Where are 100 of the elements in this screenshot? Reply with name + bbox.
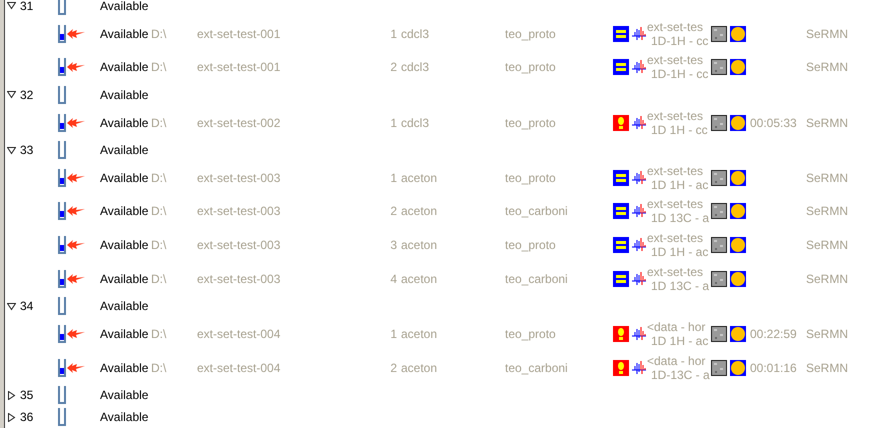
- drive-text: D:\: [151, 360, 168, 375]
- sample-name: ext-set-test-003: [197, 170, 282, 185]
- group-number: 32: [20, 88, 34, 102]
- sun-icon: [730, 203, 746, 220]
- status-text: Available: [100, 60, 150, 74]
- experiment-title: 1D 1H - cc: [650, 122, 709, 137]
- tube-icon: [58, 358, 66, 377]
- experiment-text: teo_proto: [505, 327, 557, 342]
- stone-tile-icon: [711, 360, 727, 376]
- drive-text: D:\: [151, 170, 168, 185]
- tube-icon: [58, 236, 66, 254]
- drive-text: D:\: [151, 116, 168, 130]
- status-text: Available: [100, 88, 150, 102]
- owner-text: SeRMN: [806, 238, 850, 252]
- sun-icon: [730, 270, 746, 287]
- experiment-text: teo_proto: [505, 60, 557, 74]
- spectrum-icon: [632, 114, 646, 131]
- experiment-title: 1D-1H - cc: [650, 67, 710, 82]
- collapse-icon[interactable]: [7, 90, 16, 100]
- tube-icon: [58, 114, 66, 132]
- solvent-text: aceton: [400, 327, 438, 342]
- tube-icon: [58, 24, 66, 43]
- owner-text: SeRMN: [806, 60, 850, 74]
- experiment-title: 1D 1H - ac: [650, 178, 710, 192]
- experiment-text: teo_proto: [505, 26, 557, 41]
- collapse-icon[interactable]: [7, 302, 16, 311]
- status-text: Available: [100, 272, 150, 286]
- sun-icon: [730, 59, 746, 76]
- sample-index: 2: [389, 60, 397, 74]
- sun-icon: [730, 360, 746, 376]
- stone-tile-icon: [711, 26, 727, 42]
- stone-tile-icon: [711, 170, 727, 186]
- status-text: Available: [100, 360, 150, 375]
- expand-icon[interactable]: [7, 390, 16, 400]
- experiment-title: 1D 13C - a: [650, 278, 710, 293]
- status-text: Available: [100, 410, 150, 424]
- sample-name: ext-set-test-003: [197, 204, 282, 218]
- experiment-title: 1D-13C - a: [650, 368, 711, 382]
- drive-text: D:\: [151, 327, 168, 342]
- spectrum-icon: [632, 360, 646, 376]
- experiment-title: <data - hor: [647, 354, 706, 368]
- tube-icon: [58, 297, 66, 316]
- experiment-text: teo_proto: [505, 170, 557, 185]
- solvent-text: aceton: [400, 360, 438, 375]
- collapse-icon[interactable]: [7, 1, 16, 10]
- sun-icon: [730, 326, 746, 342]
- experiment-text: teo_proto: [505, 238, 557, 252]
- arrow-icon: [66, 61, 86, 74]
- arrow-icon: [66, 328, 86, 340]
- stone-tile-icon: [711, 270, 727, 287]
- spectrum-icon: [632, 270, 646, 287]
- experiment-title: 1D 1H - ac: [650, 245, 710, 260]
- sample-name: ext-set-test-004: [197, 327, 282, 342]
- arrow-icon: [66, 272, 86, 285]
- owner-text: SeRMN: [806, 204, 850, 218]
- status-text: Available: [100, 238, 150, 252]
- owner-text: SeRMN: [806, 170, 850, 185]
- stone-tile-icon: [711, 237, 727, 254]
- sample-index: 1: [389, 170, 397, 185]
- status-text: Available: [100, 170, 150, 185]
- sun-icon: [730, 26, 746, 42]
- solvent-text: cdcl3: [400, 26, 430, 41]
- drive-text: D:\: [151, 204, 168, 218]
- sun-icon: [730, 170, 746, 186]
- experiment-text: teo_carboni: [505, 272, 569, 286]
- experiment-title: ext-set-tes: [647, 197, 704, 212]
- group-number: 36: [20, 410, 34, 424]
- stone-tile-icon: [711, 326, 727, 342]
- expand-icon[interactable]: [7, 412, 16, 422]
- sample-name: ext-set-test-001: [197, 26, 282, 41]
- owner-text: SeRMN: [806, 116, 850, 130]
- spectrum-icon: [632, 326, 646, 342]
- tube-icon: [58, 270, 66, 288]
- experiment-title: ext-set-tes: [647, 164, 704, 178]
- sample-index: 1: [389, 116, 397, 130]
- collapse-icon[interactable]: [7, 146, 16, 155]
- solvent-text: aceton: [400, 170, 438, 185]
- drive-text: D:\: [151, 238, 168, 252]
- experiment-title: ext-set-tes: [647, 20, 704, 34]
- experiment-title: <data - hor: [647, 320, 706, 334]
- tube-icon: [58, 202, 66, 220]
- owner-text: SeRMN: [806, 360, 850, 375]
- sample-name: ext-set-test-003: [197, 238, 282, 252]
- sample-index: 4: [389, 272, 397, 286]
- sample-index: 3: [389, 238, 397, 252]
- arrow-icon: [66, 239, 86, 252]
- arrow-icon: [66, 116, 86, 129]
- experiment-title: ext-set-tes: [647, 53, 704, 68]
- experiment-text: teo_proto: [505, 116, 557, 130]
- sample-index: 2: [389, 204, 397, 218]
- arrow-icon: [66, 28, 86, 40]
- duration-text: 00:01:16: [750, 360, 798, 375]
- tube-icon: [58, 58, 66, 76]
- owner-text: SeRMN: [806, 26, 850, 41]
- sun-icon: [730, 114, 746, 131]
- tube-icon: [58, 325, 66, 344]
- spectrum-icon: [632, 203, 646, 220]
- status-text: Available: [100, 204, 150, 218]
- experiment-title: 1D 1H - ac: [650, 334, 710, 348]
- sample-name: ext-set-test-002: [197, 116, 282, 130]
